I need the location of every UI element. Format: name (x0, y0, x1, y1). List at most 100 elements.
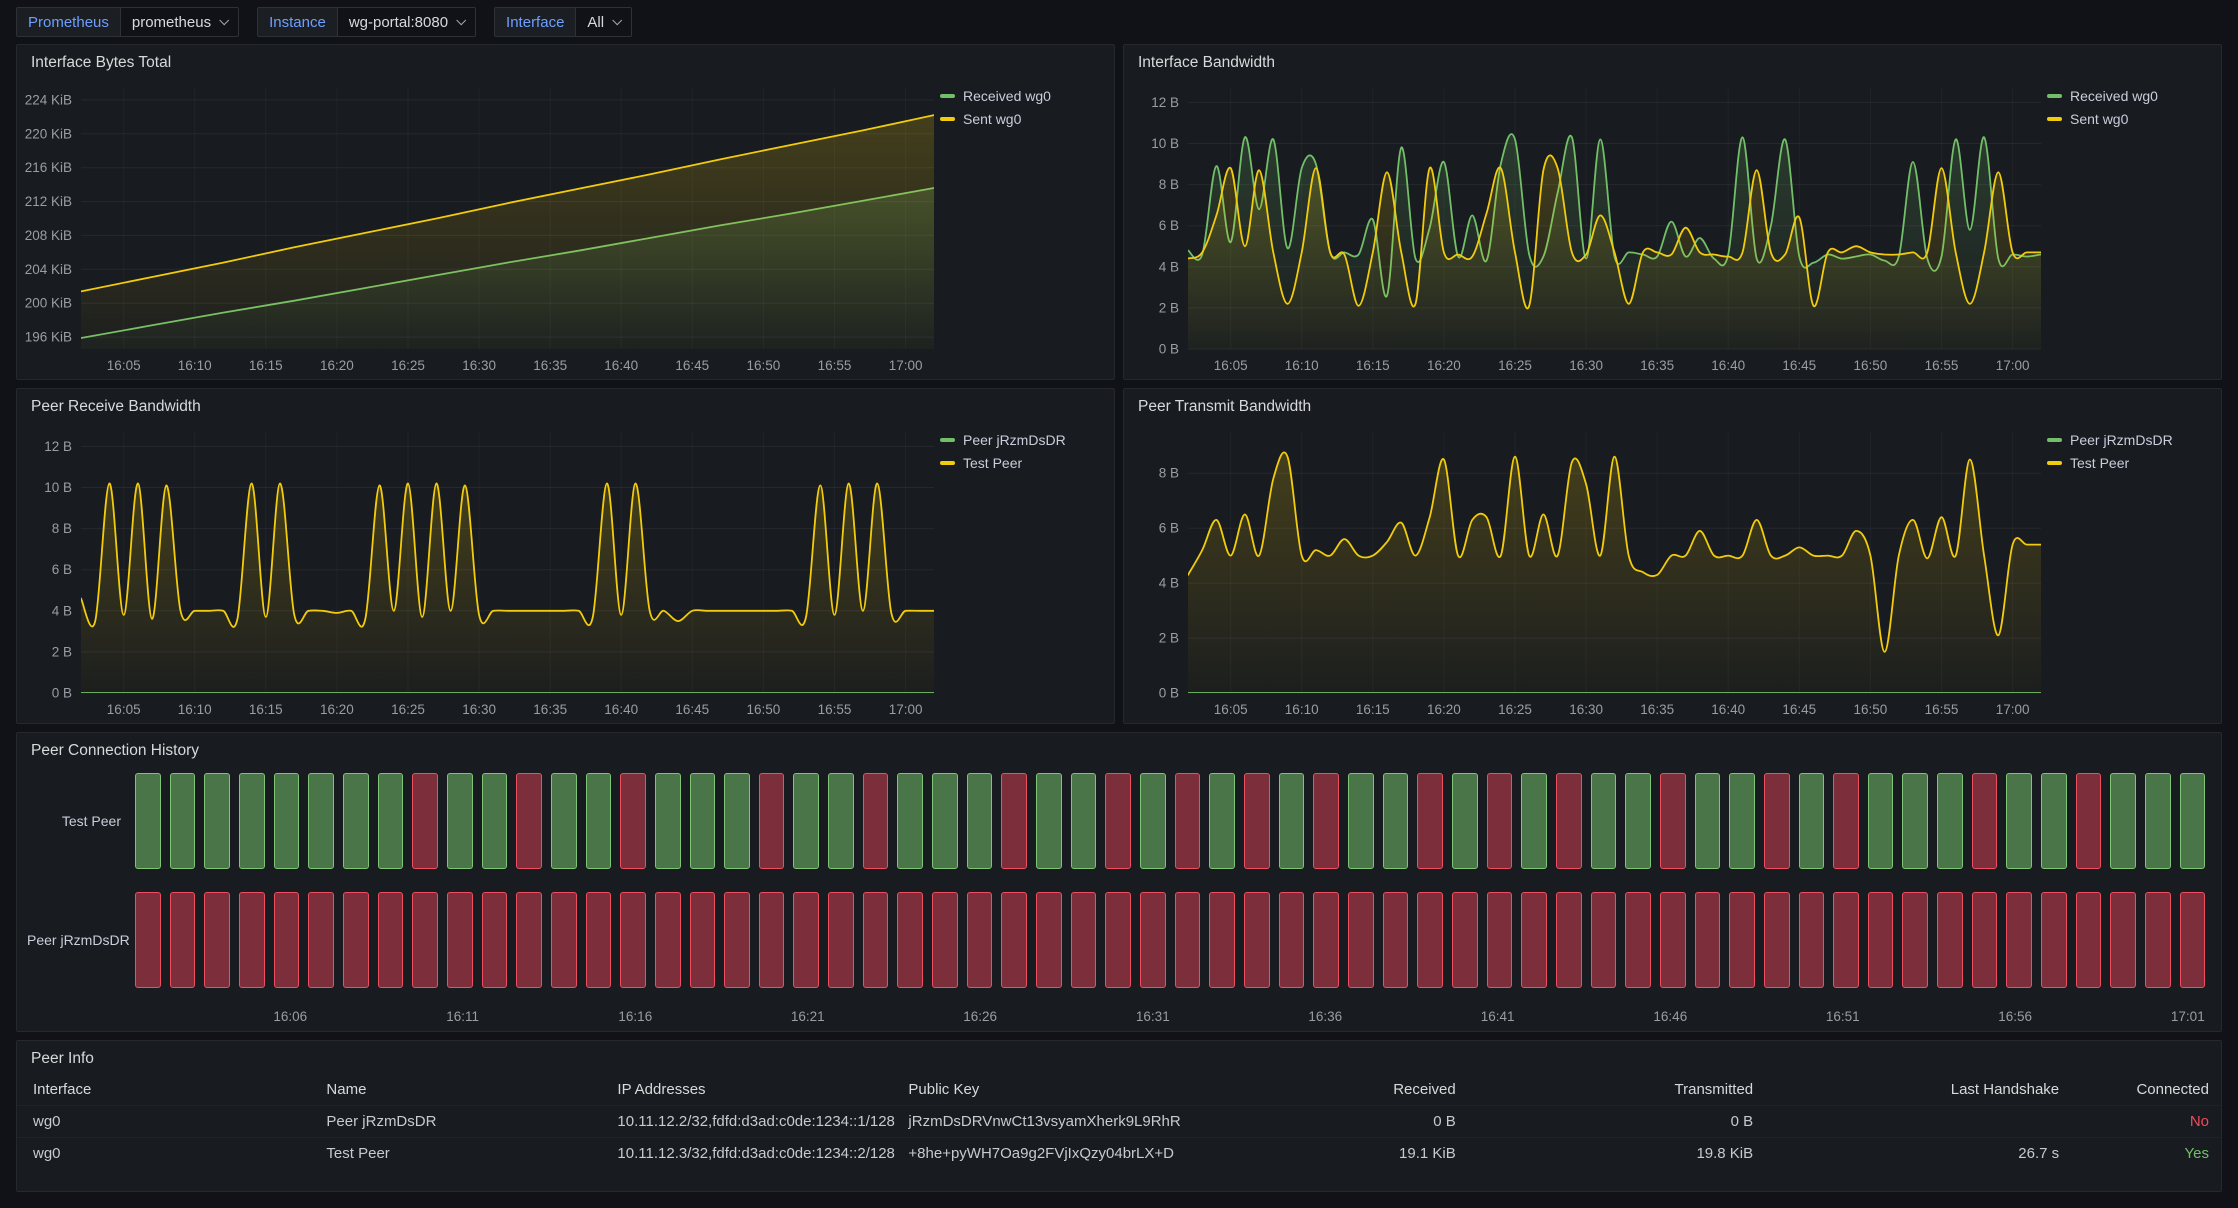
panel-title[interactable]: Interface Bytes Total (31, 54, 171, 72)
status-bar (2006, 773, 2032, 869)
column-header[interactable]: Public Key (896, 1074, 1187, 1106)
svg-text:16:45: 16:45 (1782, 702, 1816, 717)
status-bar (1452, 773, 1478, 869)
x-tick-label: 16:56 (1998, 1009, 2032, 1024)
svg-text:16:30: 16:30 (1569, 702, 1603, 717)
column-header[interactable]: IP Addresses (605, 1074, 896, 1106)
status-bar (897, 773, 923, 869)
panel-title[interactable]: Interface Bandwidth (1138, 54, 1275, 72)
legend-item[interactable]: Sent wg0 (2047, 111, 2215, 127)
variable-dropdown-interface[interactable]: All (576, 7, 632, 37)
legend-series-label: Test Peer (2070, 455, 2129, 471)
status-bar (1902, 892, 1928, 988)
svg-text:16:15: 16:15 (249, 358, 283, 373)
time-series-chart[interactable]: 196 KiB200 KiB204 KiB208 KiB212 KiB216 K… (23, 74, 940, 377)
x-tick-label: 16:06 (273, 1009, 307, 1024)
time-series-chart[interactable]: 0 B2 B4 B6 B8 B10 B12 B16:0516:1016:1516… (1130, 74, 2047, 377)
status-bar (1209, 773, 1235, 869)
status-bar (378, 892, 404, 988)
svg-text:17:00: 17:00 (1996, 702, 2030, 717)
legend-series-label: Received wg0 (963, 88, 1051, 104)
status-bar (239, 773, 265, 869)
status-bar (2006, 892, 2032, 988)
status-bar (1279, 892, 1305, 988)
status-bar (482, 773, 508, 869)
legend-item[interactable]: Test Peer (940, 455, 1108, 471)
svg-text:8 B: 8 B (1159, 177, 1179, 192)
svg-text:17:00: 17:00 (1996, 358, 2030, 373)
status-x-axis: 16:0616:1116:1616:2116:2616:3116:3616:41… (27, 1007, 2205, 1029)
legend-item[interactable]: Peer jRzmDsDR (2047, 432, 2215, 448)
status-bar (1313, 773, 1339, 869)
svg-text:16:30: 16:30 (462, 358, 496, 373)
status-bar (1383, 773, 1409, 869)
variable-dropdown-instance[interactable]: wg-portal:8080 (338, 7, 476, 37)
svg-text:16:25: 16:25 (1498, 358, 1532, 373)
legend-item[interactable]: Test Peer (2047, 455, 2215, 471)
panel-title[interactable]: Peer Transmit Bandwidth (1138, 398, 1311, 416)
x-tick-label: 16:21 (791, 1009, 825, 1024)
legend-series-color (940, 117, 955, 121)
variable-dropdown-prometheus[interactable]: prometheus (121, 7, 239, 37)
panel-interface-bandwidth: Interface Bandwidth 0 B2 B4 B6 B8 B10 B1… (1123, 44, 2222, 380)
column-header[interactable]: Interface (17, 1074, 314, 1106)
panel-title[interactable]: Peer Receive Bandwidth (31, 398, 201, 416)
legend-series-label: Sent wg0 (963, 111, 1021, 127)
svg-text:4 B: 4 B (1159, 576, 1179, 591)
status-bar (586, 773, 612, 869)
svg-text:6 B: 6 B (1159, 521, 1179, 536)
legend-item[interactable]: Received wg0 (2047, 88, 2215, 104)
status-bar (1833, 892, 1859, 988)
panel-title[interactable]: Peer Connection History (31, 742, 199, 760)
legend-series-label: Received wg0 (2070, 88, 2158, 104)
status-bar (1452, 892, 1478, 988)
legend-series-label: Test Peer (963, 455, 1022, 471)
table-header-row: InterfaceNameIP AddressesPublic KeyRecei… (17, 1074, 2221, 1106)
status-bar (204, 892, 230, 988)
column-header[interactable]: Name (314, 1074, 605, 1106)
status-bar (1487, 892, 1513, 988)
column-header[interactable]: Connected (2071, 1074, 2221, 1106)
status-history-chart[interactable]: Test PeerPeer jRzmDsDR16:0616:1116:1616:… (17, 762, 2221, 1031)
legend-item[interactable]: Received wg0 (940, 88, 1108, 104)
table-cell: 0 B (1187, 1106, 1467, 1138)
status-bar (2145, 773, 2171, 869)
status-bar (1279, 773, 1305, 869)
column-header[interactable]: Transmitted (1468, 1074, 1765, 1106)
status-row-label: Peer jRzmDsDR (27, 932, 135, 948)
x-tick-label: 16:51 (1826, 1009, 1860, 1024)
svg-text:224 KiB: 224 KiB (25, 92, 72, 107)
panel-title[interactable]: Peer Info (31, 1050, 94, 1068)
chart-series (1188, 134, 2041, 349)
status-bar (1175, 773, 1201, 869)
status-bar (204, 773, 230, 869)
table-cell: wg0 (17, 1138, 314, 1170)
svg-text:16:35: 16:35 (1640, 702, 1674, 717)
peer-info-table-container: InterfaceNameIP AddressesPublic KeyRecei… (17, 1070, 2221, 1191)
panel-interface-bytes-total: Interface Bytes Total 196 KiB200 KiB204 … (16, 44, 1115, 380)
time-series-chart[interactable]: 0 B2 B4 B6 B8 B16:0516:1016:1516:2016:25… (1130, 418, 2047, 721)
status-bar (308, 773, 334, 869)
variable-label-instance: Instance (257, 7, 338, 37)
time-series-chart[interactable]: 0 B2 B4 B6 B8 B10 B12 B16:0516:1016:1516… (23, 418, 940, 721)
column-header[interactable]: Received (1187, 1074, 1467, 1106)
svg-text:2 B: 2 B (1159, 300, 1179, 315)
legend-series-color (940, 438, 955, 442)
status-bar (2076, 773, 2102, 869)
svg-text:16:10: 16:10 (1285, 358, 1319, 373)
status-bar (1556, 892, 1582, 988)
legend-item[interactable]: Sent wg0 (940, 111, 1108, 127)
column-header[interactable]: Last Handshake (1765, 1074, 2071, 1106)
status-bar (967, 773, 993, 869)
legend-item[interactable]: Peer jRzmDsDR (940, 432, 1108, 448)
svg-text:16:05: 16:05 (1214, 702, 1248, 717)
chart-legend: Peer jRzmDsDR Test Peer (940, 418, 1108, 721)
status-bar (1140, 892, 1166, 988)
svg-text:2 B: 2 B (52, 644, 72, 659)
svg-text:212 KiB: 212 KiB (25, 194, 72, 209)
status-bar (551, 773, 577, 869)
status-bar (2110, 773, 2136, 869)
legend-series-color (2047, 461, 2062, 465)
status-bar (308, 892, 334, 988)
legend-series-color (940, 94, 955, 98)
